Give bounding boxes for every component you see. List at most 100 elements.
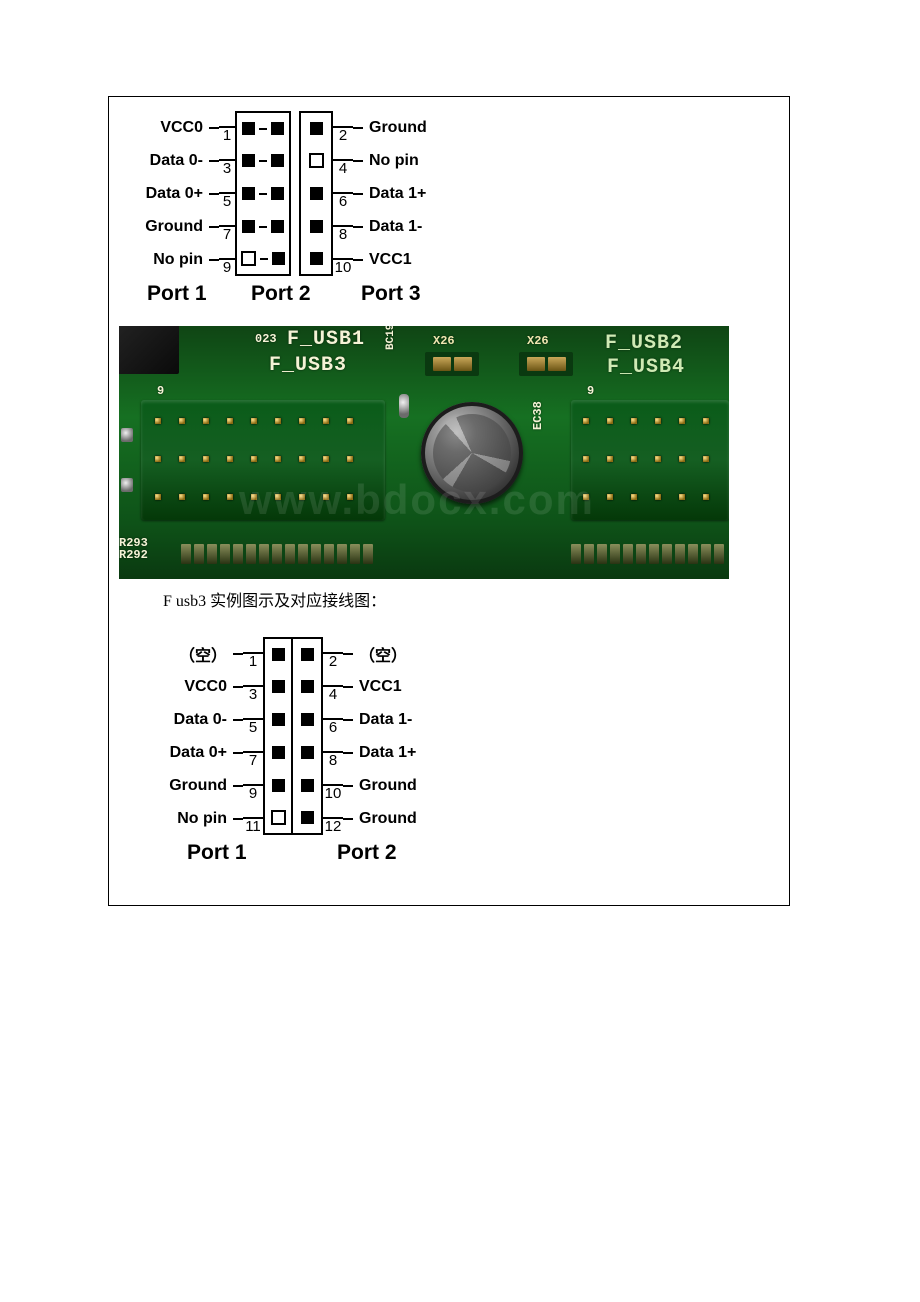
port2-label: Port 2 — [337, 841, 397, 865]
pin-cell — [235, 210, 291, 243]
pin-cell — [293, 670, 323, 703]
solder-pad — [121, 428, 133, 442]
pin-label-left: （空） — [153, 642, 233, 666]
pin-filled-icon — [310, 220, 323, 233]
pin-filled-icon — [242, 187, 255, 200]
pin-row: VCC034VCC1 — [153, 670, 779, 703]
pin-number-left: 3 — [219, 159, 235, 177]
pin-filled-icon — [271, 122, 284, 135]
pin-empty-icon — [241, 251, 256, 266]
pin-cell — [235, 111, 291, 144]
pin-number-right: 8 — [333, 225, 353, 243]
pin-cell — [299, 243, 333, 276]
pin-empty-icon — [309, 153, 324, 168]
pin-number-right: 6 — [323, 718, 343, 736]
pin-cell — [299, 144, 333, 177]
silk-r292: R292 — [119, 548, 148, 562]
pin-label-left: Ground — [129, 218, 209, 236]
pin-filled-icon — [301, 648, 314, 661]
pin-number-left: 9 — [219, 258, 235, 276]
pin-label-right: Ground — [353, 810, 417, 828]
pin-cell — [299, 177, 333, 210]
pin-cell — [263, 670, 293, 703]
pin-filled-icon — [242, 220, 255, 233]
pin-label-right: VCC1 — [353, 678, 402, 696]
pin-label-right: Ground — [363, 119, 427, 137]
pin-empty-icon — [271, 810, 286, 825]
component-x26-a — [425, 352, 479, 376]
pin-label-right: VCC1 — [363, 251, 412, 269]
pin-filled-icon — [272, 680, 285, 693]
pin-row: （空）12（空） — [153, 637, 779, 670]
pin-label-left: VCC0 — [129, 119, 209, 137]
pin-cell — [235, 144, 291, 177]
pin-filled-icon — [310, 252, 323, 265]
pin-filled-icon — [272, 713, 285, 726]
pin-number-left: 1 — [243, 652, 263, 670]
pin-number-right: 4 — [333, 159, 353, 177]
silk-ec38: EC38 — [531, 401, 545, 430]
pin-number-right: 4 — [323, 685, 343, 703]
pin-label-right: （空） — [353, 642, 407, 666]
pin-number-left: 9 — [243, 784, 263, 802]
pin-cell — [299, 111, 333, 144]
caption-text: F usb3 实例图示及对应接线图： — [163, 587, 779, 611]
silk-023: 023 — [255, 332, 277, 346]
silk-fusb3: F_USB3 — [269, 354, 347, 377]
pin-filled-icon — [271, 220, 284, 233]
pin-cell — [235, 243, 291, 276]
smd-row — [571, 544, 724, 564]
pin-cell — [263, 769, 293, 802]
pin-filled-icon — [272, 779, 285, 792]
page-frame: VCC012Ground Data 0- 3 4 No pin Data 0+ 5 6 Data… — [108, 96, 790, 906]
pin-filled-icon — [242, 122, 255, 135]
pin-filled-icon — [272, 252, 285, 265]
pin-number-left: 11 — [243, 817, 263, 835]
pin-label-right: Ground — [353, 777, 417, 795]
port1-label: Port 1 — [187, 841, 337, 865]
silk-x26b: X26 — [527, 334, 549, 348]
pin-filled-icon — [310, 122, 323, 135]
silk-fusb4: F_USB4 — [607, 356, 685, 379]
silk-fusb2: F_USB2 — [605, 332, 683, 355]
smd-row — [181, 544, 373, 564]
port3-label: Port 3 — [361, 282, 421, 306]
pin-label-left: Ground — [153, 777, 233, 795]
solder-pad — [399, 394, 409, 418]
pin-cell — [293, 802, 323, 835]
pin-label-left: Data 0- — [153, 711, 233, 729]
pin-filled-icon — [301, 713, 314, 726]
port-labels-row: Port 1 Port 2 Port 3 — [129, 282, 779, 306]
pin-row: Data 0+78Data 1+ — [153, 736, 779, 769]
pin-cell — [263, 802, 293, 835]
pin-filled-icon — [272, 746, 285, 759]
pin-label-left: Data 0+ — [153, 744, 233, 762]
pin-row: Ground78Data 1- — [129, 210, 779, 243]
pin-row: VCC012Ground — [129, 111, 779, 144]
port2-label: Port 2 — [251, 282, 361, 306]
pin-number-left: 7 — [243, 751, 263, 769]
pin-number-left: 7 — [219, 225, 235, 243]
silk-bc19: BC19 — [385, 326, 397, 350]
pin-row: Data 0-34No pin — [129, 144, 779, 177]
pin-label-right: Data 1+ — [363, 185, 426, 203]
pin-label-left: VCC0 — [153, 678, 233, 696]
watermark: www.bdocx.com — [239, 476, 595, 524]
pinout-diagram-usb-3col: VCC012GroundData 0-34No pinData 0+56Data… — [129, 111, 779, 306]
pin-cell — [263, 703, 293, 736]
pin-label-left: Data 0- — [129, 152, 209, 170]
silk-nine-b: 9 — [587, 384, 594, 398]
port1-label: Port 1 — [147, 282, 251, 306]
pin-number-right: 6 — [333, 192, 353, 210]
pin-number-left: 5 — [219, 192, 235, 210]
pin-number-right: 8 — [323, 751, 343, 769]
component-x26-b — [519, 352, 573, 376]
pin-filled-icon — [301, 680, 314, 693]
pin-cell — [293, 637, 323, 670]
pin-label-left: No pin — [153, 810, 233, 828]
pinout-diagram-usb-2col: （空）12（空）VCC034VCC1Data 0-56Data 1-Data 0… — [153, 637, 779, 865]
pin-cell — [263, 637, 293, 670]
pcb-photo: 023 F_USB1 F_USB3 F_USB2 F_USB4 BC19 EC3… — [119, 326, 729, 579]
pin-filled-icon — [301, 779, 314, 792]
pin-cell — [235, 177, 291, 210]
